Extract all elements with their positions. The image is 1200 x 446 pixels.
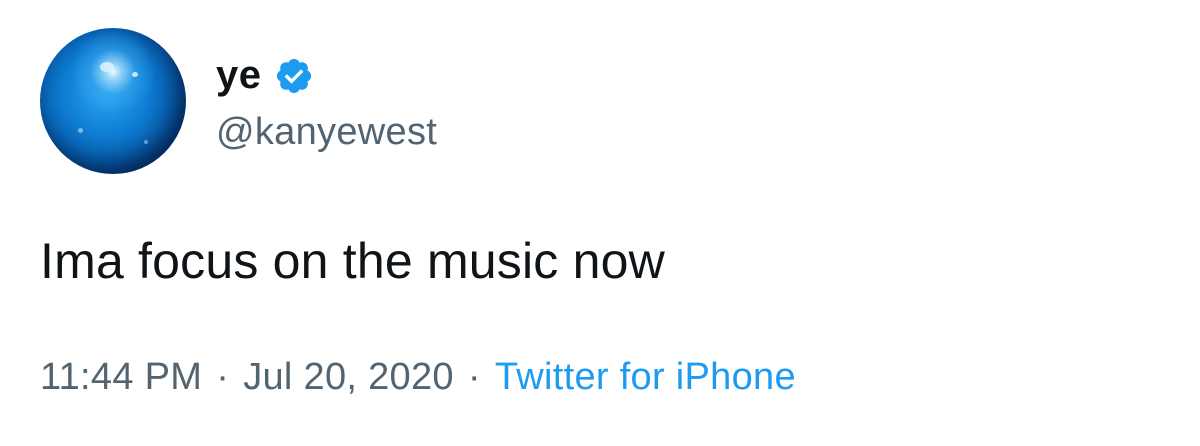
verified-badge-icon (274, 56, 314, 96)
meta-separator: · (467, 356, 481, 398)
author-handle[interactable]: @kanyewest (216, 111, 437, 154)
author-identity: ye @kanyewest (216, 49, 437, 154)
meta-separator: · (216, 356, 230, 398)
tweet-text: Ima focus on the music now (40, 233, 665, 289)
tweet-card: ye @kanyewest Ima focus on the music now… (0, 0, 1200, 446)
tweet-header: ye @kanyewest (40, 28, 437, 174)
tweet-date[interactable]: Jul 20, 2020 (243, 356, 454, 399)
tweet-source-link[interactable]: Twitter for iPhone (495, 356, 796, 399)
avatar[interactable] (40, 28, 186, 174)
tweet-time[interactable]: 11:44 PM (40, 356, 202, 399)
display-name[interactable]: ye (216, 53, 262, 98)
name-row: ye (216, 49, 437, 103)
tweet-meta: 11:44 PM · Jul 20, 2020 · Twitter for iP… (40, 356, 796, 399)
